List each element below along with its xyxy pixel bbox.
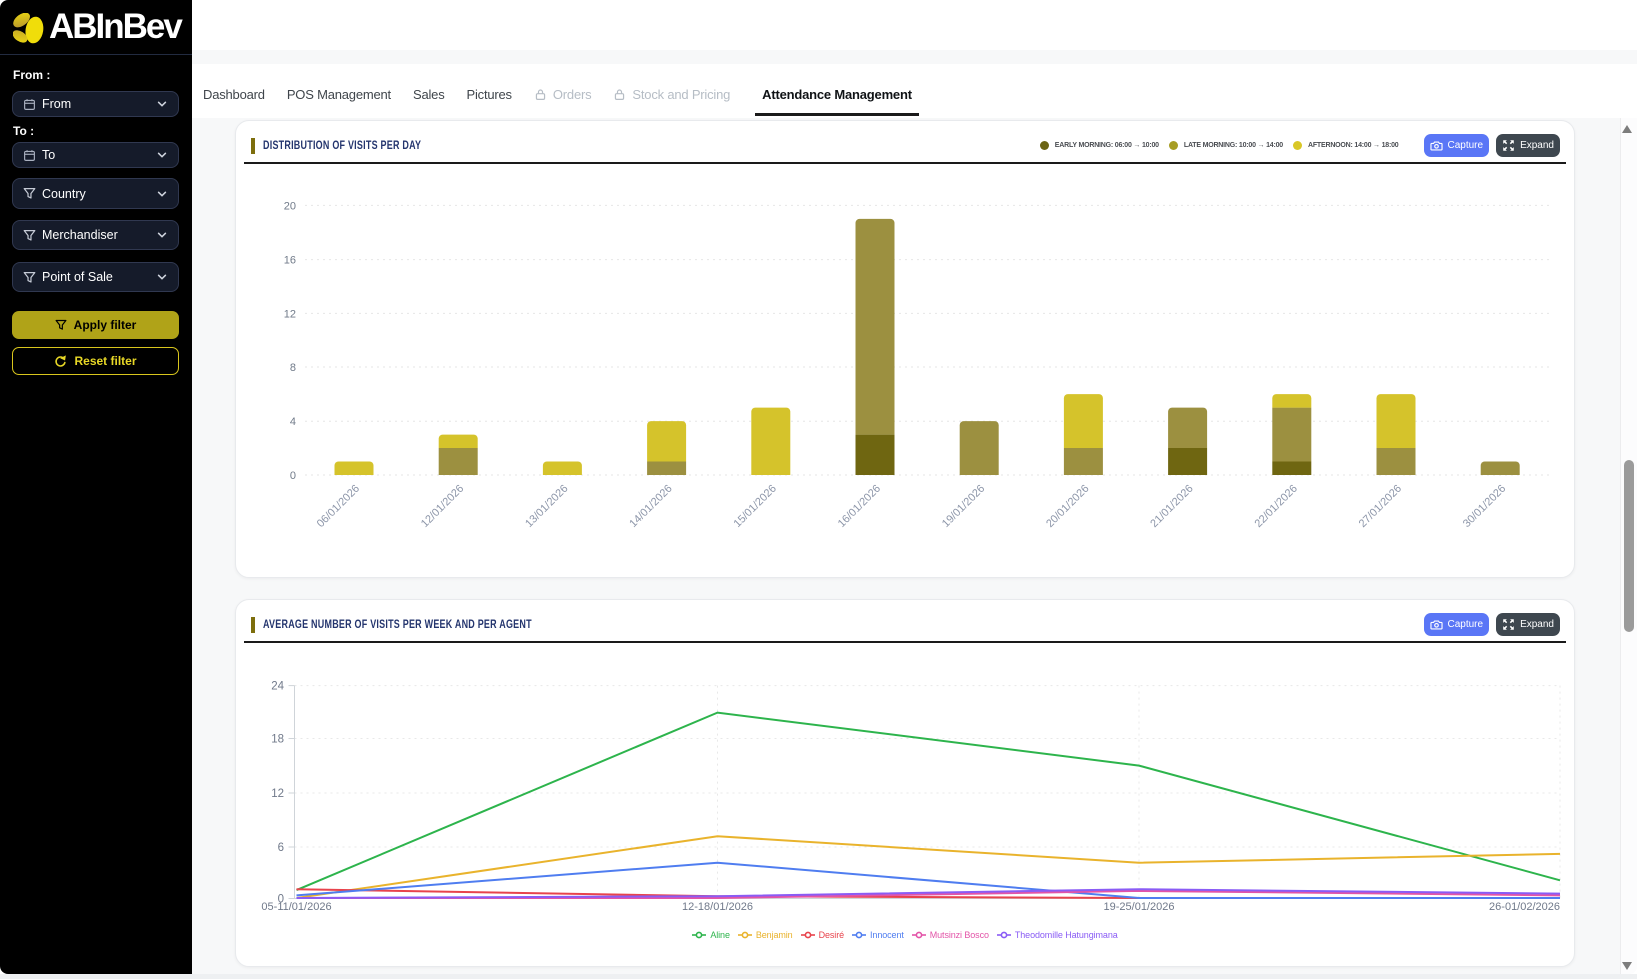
- svg-text:19-25/01/2026: 19-25/01/2026: [1104, 901, 1175, 913]
- svg-text:12-18/01/2026: 12-18/01/2026: [682, 901, 753, 913]
- svg-text:18: 18: [271, 734, 284, 746]
- svg-text:27/01/2026: 27/01/2026: [1357, 483, 1404, 530]
- svg-text:16: 16: [284, 255, 296, 267]
- svg-text:24: 24: [271, 681, 284, 693]
- svg-text:0: 0: [290, 470, 296, 482]
- svg-text:15/01/2026: 15/01/2026: [732, 483, 779, 530]
- svg-text:05-11/01/2026: 05-11/01/2026: [261, 901, 331, 913]
- svg-text:13/01/2026: 13/01/2026: [523, 483, 570, 530]
- svg-text:21/01/2026: 21/01/2026: [1148, 483, 1195, 530]
- svg-text:12: 12: [284, 308, 296, 320]
- svg-text:20/01/2026: 20/01/2026: [1044, 483, 1091, 530]
- svg-text:12/01/2026: 12/01/2026: [419, 483, 466, 530]
- svg-text:06/01/2026: 06/01/2026: [315, 483, 362, 530]
- svg-text:16/01/2026: 16/01/2026: [836, 483, 883, 530]
- svg-text:22/01/2026: 22/01/2026: [1253, 483, 1300, 530]
- svg-text:6: 6: [278, 842, 284, 854]
- svg-text:14/01/2026: 14/01/2026: [627, 483, 674, 530]
- svg-text:20: 20: [284, 200, 296, 212]
- svg-text:19/01/2026: 19/01/2026: [940, 483, 987, 530]
- svg-text:12: 12: [271, 788, 284, 800]
- svg-text:8: 8: [290, 362, 296, 374]
- svg-text:26-01/02/2026: 26-01/02/2026: [1489, 901, 1560, 913]
- svg-text:30/01/2026: 30/01/2026: [1461, 483, 1508, 530]
- svg-text:4: 4: [290, 416, 296, 428]
